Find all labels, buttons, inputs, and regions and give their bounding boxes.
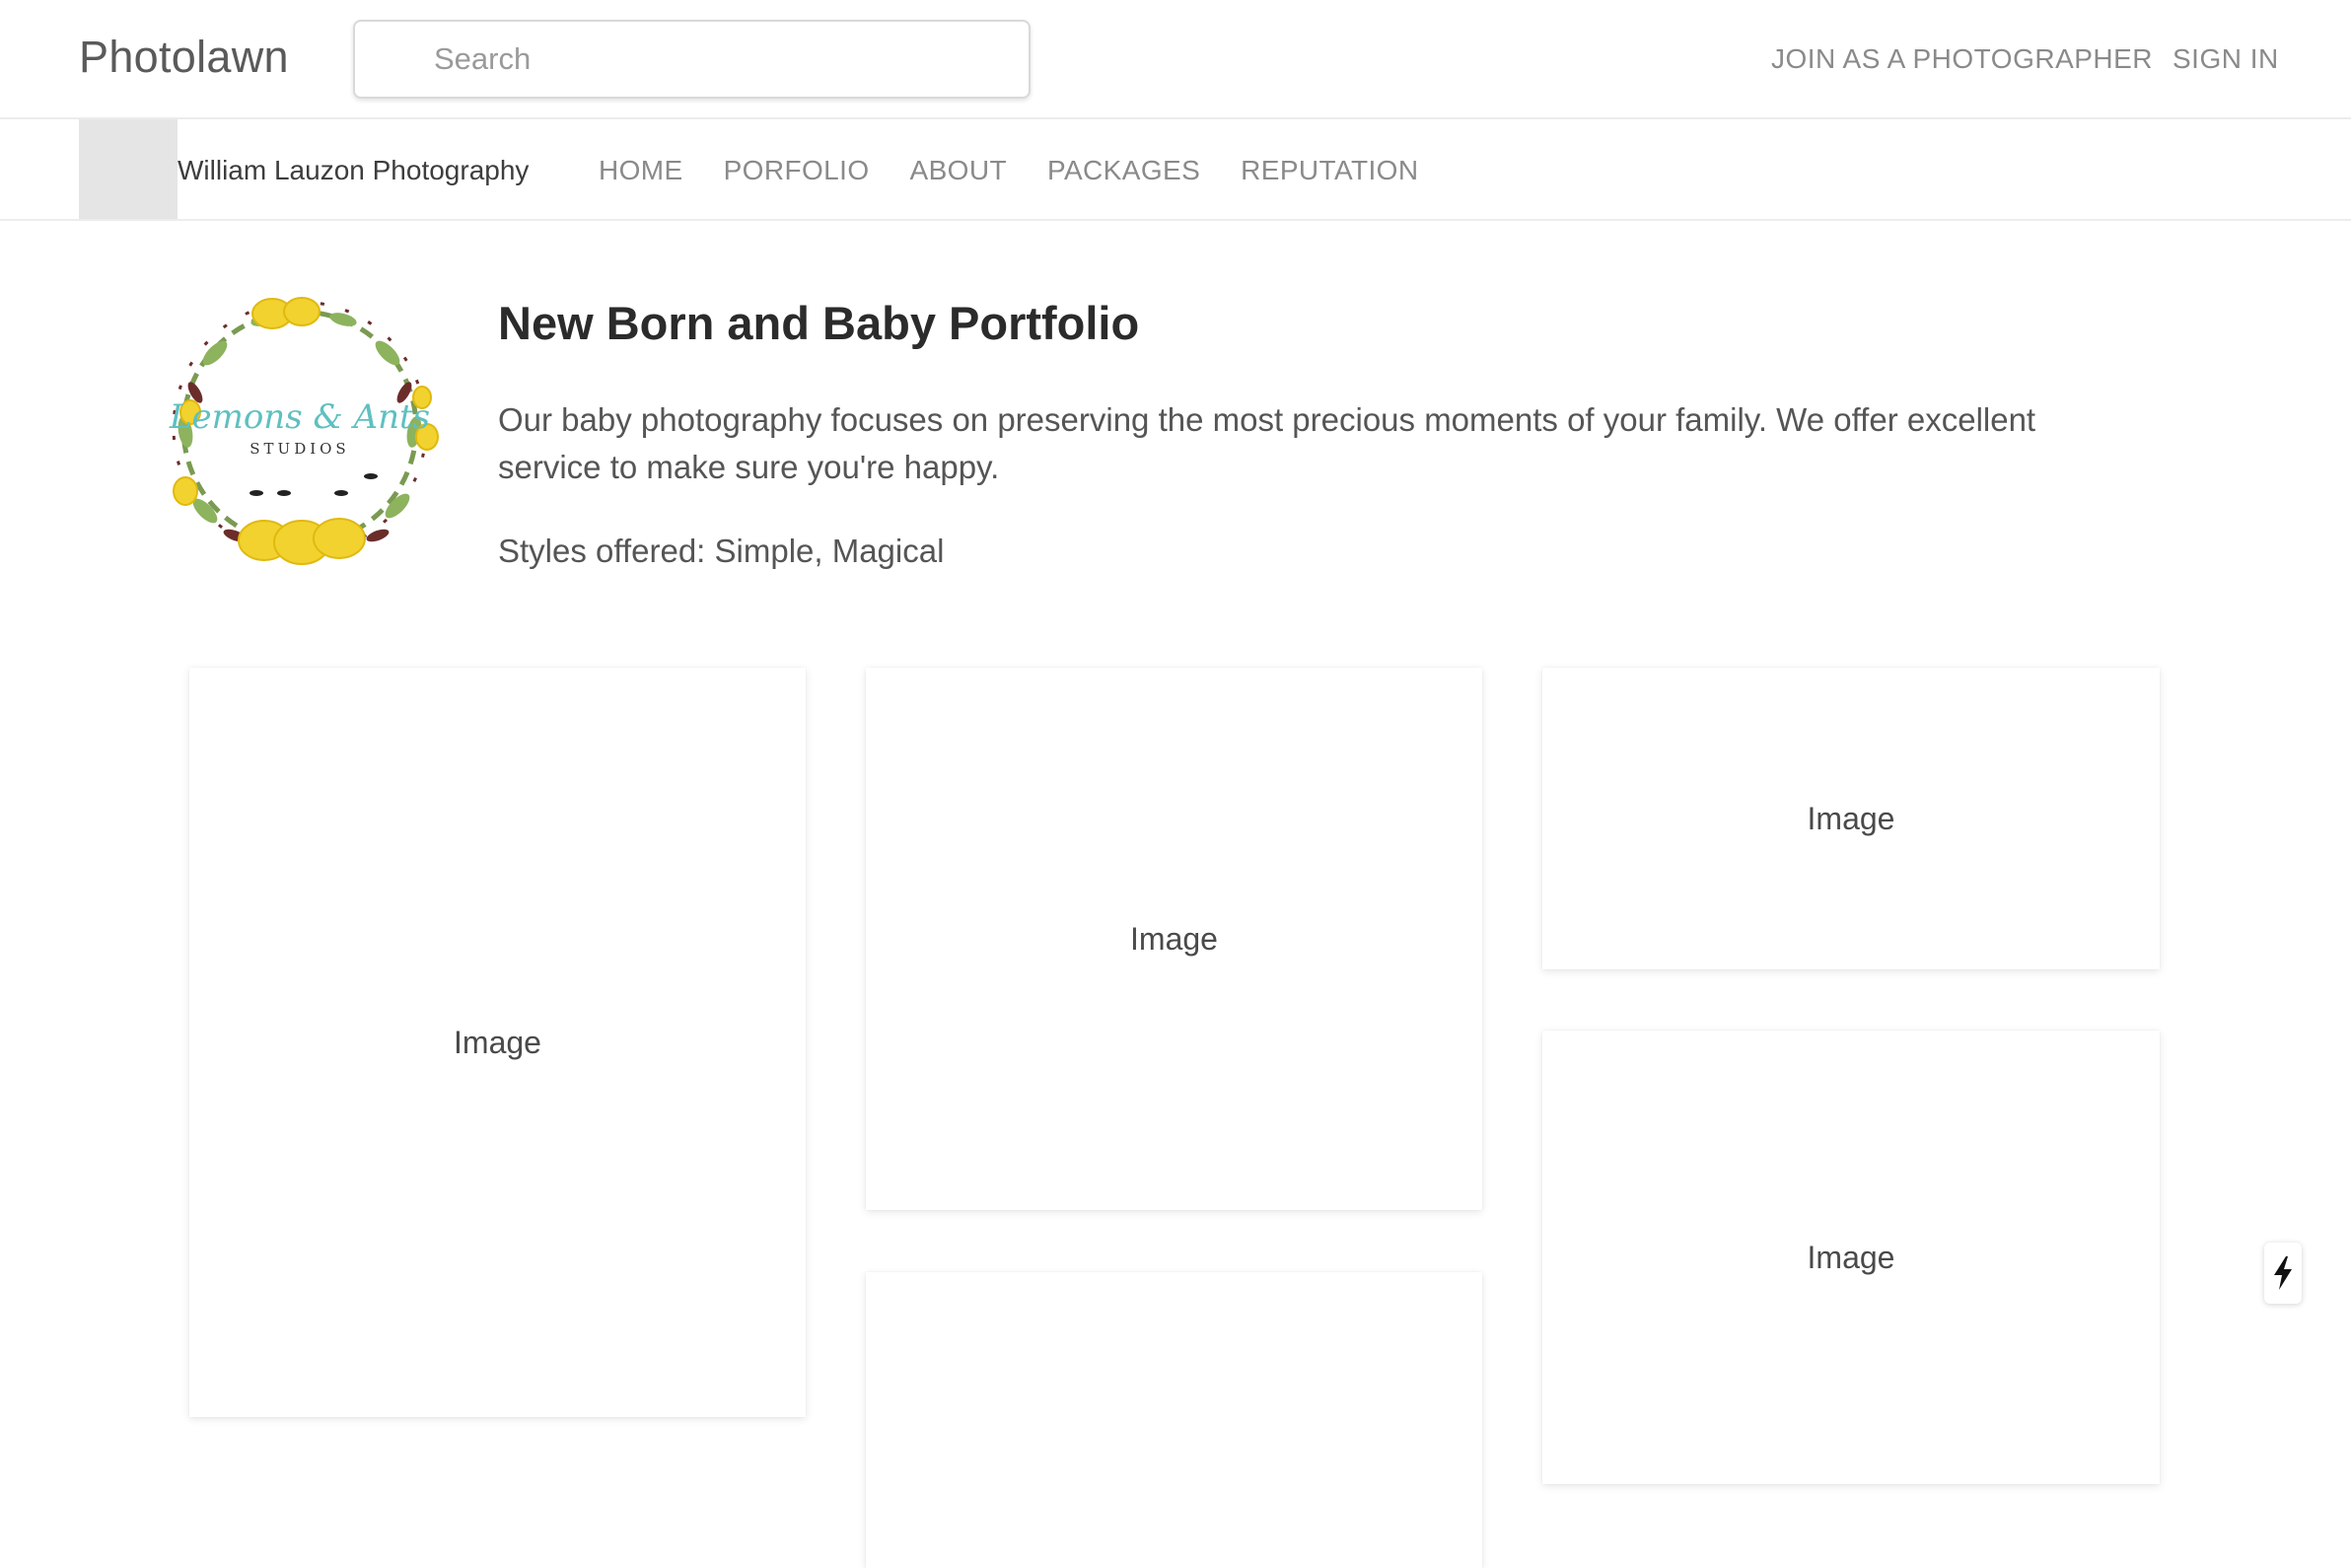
gallery-image-card[interactable]: Image — [1542, 668, 2160, 969]
image-placeholder-label: Image — [454, 1024, 541, 1060]
gallery-image-card[interactable]: Image — [866, 668, 1482, 1210]
subnav-items: HOME PORFOLIO ABOUT PACKAGES REPUTATION — [599, 155, 1459, 186]
floating-bolt-button[interactable] — [2264, 1243, 2302, 1304]
logo-script-text: Lemons & Ants — [169, 397, 430, 437]
portfolio-title: New Born and Baby Portfolio — [498, 297, 1140, 349]
lemon-wreath-logo-icon: Lemons & Ants STUDIOS — [169, 297, 439, 565]
studio-name[interactable]: William Lauzon Photography — [178, 155, 529, 186]
image-placeholder-label: Image — [1130, 920, 1218, 957]
logo-studios-text: STUDIOS — [249, 440, 349, 458]
image-placeholder-label: Image — [1807, 800, 1895, 836]
subnav-item-reputation[interactable]: REPUTATION — [1241, 155, 1418, 186]
join-as-photographer-link[interactable]: JOIN AS A PHOTOGRAPHER — [1771, 43, 2153, 75]
top-navbar: Photolawn JOIN AS A PHOTOGRAPHER SIGN IN — [0, 0, 2351, 119]
image-placeholder-label: Image — [1807, 1239, 1895, 1275]
photographer-avatar[interactable] — [79, 119, 178, 219]
gallery-image-card[interactable] — [866, 1272, 1482, 1568]
gallery-image-card[interactable]: Image — [1542, 1031, 2160, 1484]
sign-in-link[interactable]: SIGN IN — [2173, 43, 2279, 75]
subnav-item-packages[interactable]: PACKAGES — [1047, 155, 1200, 186]
brand-logo[interactable]: Photolawn — [79, 32, 289, 83]
subnav-item-portfolio[interactable]: PORFOLIO — [724, 155, 870, 186]
search-box[interactable] — [353, 20, 1031, 99]
studio-logo: Lemons & Ants STUDIOS — [146, 284, 454, 576]
search-input[interactable] — [434, 22, 1006, 97]
subnav-item-home[interactable]: HOME — [599, 155, 683, 186]
portfolio-description: Our baby photography focuses on preservi… — [498, 401, 2036, 485]
styles-offered: Styles offered: Simple, Magical — [498, 533, 945, 569]
gallery-image-card[interactable]: Image — [189, 668, 806, 1417]
bolt-icon — [2274, 1256, 2292, 1290]
subnav-item-about[interactable]: ABOUT — [910, 155, 1007, 186]
photographer-subnav: William Lauzon Photography HOME PORFOLIO… — [0, 119, 2351, 221]
